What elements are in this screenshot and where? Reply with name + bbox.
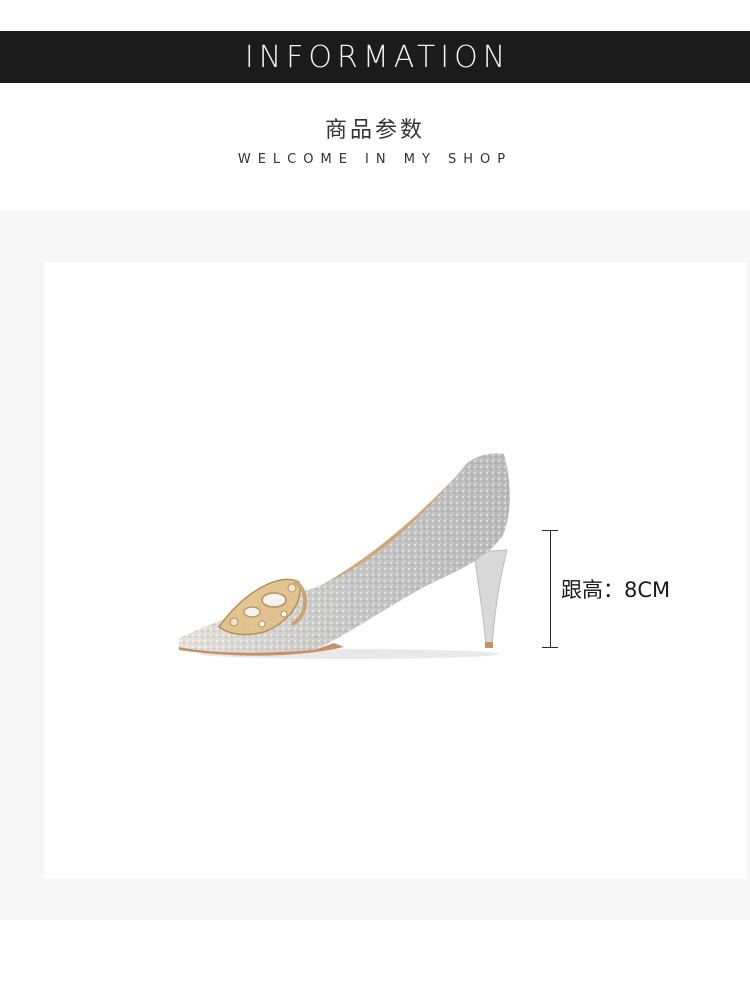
shoe-image (179, 453, 510, 659)
section-subtitle-en: WELCOME IN MY SHOP (237, 152, 513, 167)
heel-height-measure (540, 530, 560, 648)
section-title-cn: 商品参数 (324, 118, 425, 143)
heel-height-label: 跟高：8CM (561, 578, 671, 602)
product-photo-card: 跟高：8CM (44, 262, 746, 879)
banner-title: INFORMATION (244, 39, 511, 75)
information-banner: INFORMATION (0, 31, 750, 83)
